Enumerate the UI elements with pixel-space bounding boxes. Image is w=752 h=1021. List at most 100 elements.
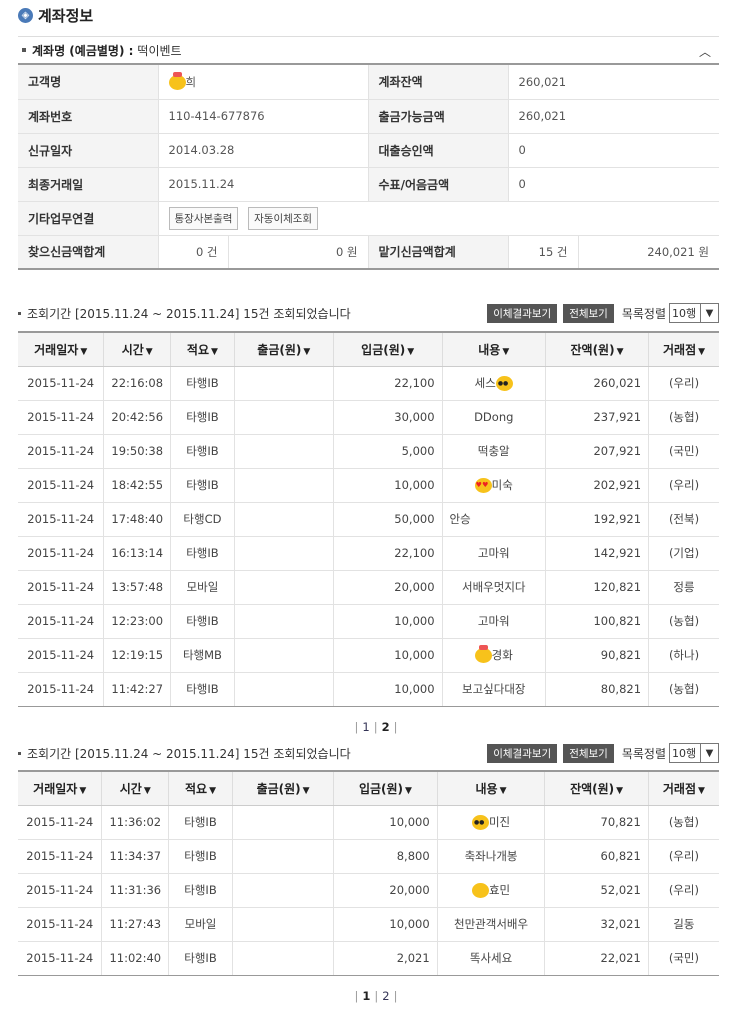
page-2-current: 2 (381, 720, 390, 734)
passbook-print-button[interactable]: 통장사본출력 (168, 206, 239, 230)
sort-down-icon: ▼ (145, 346, 153, 357)
sort-down-icon: ▼ (209, 785, 216, 796)
cell-branch: (기업) (648, 536, 719, 571)
table-row: 2015-11-24 11:31:36 타행IB 20,000 효민 52,021 (우리) (18, 873, 719, 908)
column-header[interactable]: 출금(원) ▼ (232, 770, 335, 806)
cell-date: 2015-11-24 (18, 366, 105, 401)
column-header[interactable]: 시간 ▼ (101, 770, 170, 806)
cell-bal: 90,821 (545, 638, 650, 673)
cell-time: 11:34:37 (101, 839, 170, 874)
cell-desc: 안승 (442, 502, 546, 537)
cell-bal: 70,821 (544, 805, 649, 840)
column-header[interactable]: 적요 ▼ (168, 770, 233, 806)
chevron-down-icon: ▼ (700, 744, 718, 762)
cell-date: 2015-11-24 (18, 638, 105, 673)
cell-out (232, 839, 335, 874)
emoticon-icon (474, 478, 492, 493)
page-2-link[interactable]: 2 (382, 989, 389, 1003)
cell-in: 2,021 (333, 941, 438, 976)
column-header[interactable]: 잔액(원) ▼ (544, 770, 649, 806)
sort-down-icon: ▼ (302, 785, 310, 796)
cell-out (232, 907, 335, 942)
cell-time: 13:57:48 (103, 570, 172, 605)
cell-bal: 80,821 (545, 672, 650, 707)
cell-desc: 떡충알 (442, 434, 546, 469)
transfer-result-button[interactable]: 이체결과보기 (487, 743, 558, 763)
cell-date: 2015-11-24 (18, 604, 105, 639)
column-header[interactable]: 내용 ▼ (437, 770, 546, 806)
table-row: 2015-11-24 13:57:48 모바일 20,000 서배우멋지다 120,821… (18, 570, 719, 605)
table-row: 2015-11-2422:16:08타행IB 22,100세스260,021(우리… (18, 366, 719, 401)
auto-transfer-button[interactable]: 자동이체조회 (248, 206, 319, 230)
period-text: 조회기간 [2015.11.24 ~ 2015.11.24] 15건 조회되었습… (27, 306, 351, 321)
list-tools: 이체결과보기 전체보기 목록정렬 10행 ▼ (481, 743, 719, 763)
transaction-table-1: 거래일자 ▼ 시간 ▼ 적요 ▼ 출금(원) ▼ 입금(원) ▼ 내용 ▼ 잔액(원) ▼ 거래점 ▼ 201… (18, 331, 719, 707)
cell-date: 2015-11-24 (18, 805, 103, 840)
cell-memo: 타행IB (168, 941, 233, 976)
cell-branch: (우리) (648, 839, 719, 874)
cell-desc: 서배우멋지다 (442, 570, 546, 605)
column-header[interactable]: 시간 ▼ (103, 331, 172, 367)
check-label: 수표/어음금액 (368, 167, 509, 202)
page-1-link[interactable]: 1 (362, 720, 369, 734)
sort-select[interactable]: 10행 ▼ (669, 303, 719, 323)
cell-in: 10,000 (333, 907, 438, 942)
cell-date: 2015-11-24 (18, 502, 105, 537)
pagination-1: | 1 | 2 | (354, 720, 398, 734)
column-header[interactable]: 입금(원) ▼ (333, 770, 438, 806)
cell-desc: 고마워 (442, 536, 546, 571)
withdrawable-value: 260,021 (508, 99, 719, 134)
cell-memo: 타행IB (170, 672, 235, 707)
cell-in: 20,000 (333, 873, 438, 908)
cell-time: 12:19:15 (103, 638, 172, 673)
column-header[interactable]: 거래점 ▼ (648, 770, 719, 806)
view-all-button[interactable]: 전체보기 (563, 743, 614, 763)
cell-memo: 타행IB (170, 434, 235, 469)
page-title-text: 계좌정보 (38, 6, 94, 25)
cell-out (234, 468, 334, 503)
cell-bal: 237,921 (545, 400, 650, 435)
view-all-button[interactable]: 전체보기 (563, 303, 614, 323)
transfer-result-button[interactable]: 이체결과보기 (487, 303, 558, 323)
table-row: 2015-11-24 11:27:43 모바일 10,000 천만관객서배우 32,021… (18, 907, 719, 942)
cell-memo: 타행IB (170, 468, 235, 503)
deposit-count: 15 건 (508, 235, 579, 270)
cell-bal: 202,921 (545, 468, 650, 503)
cell-time: 22:16:08 (103, 366, 172, 401)
emoticon-icon (168, 71, 186, 90)
column-header[interactable]: 거래점 ▼ (648, 331, 719, 367)
sort-select[interactable]: 10행 ▼ (669, 743, 719, 763)
column-header[interactable]: 출금(원) ▼ (234, 331, 334, 367)
cell-branch: (우리) (648, 468, 719, 503)
period-bar-1: 조회기간 [2015.11.24 ~ 2015.11.24] 15건 조회되었습… (18, 302, 719, 324)
loan-label: 대출승인액 (368, 133, 509, 168)
sort-down-icon: ▼ (80, 346, 88, 357)
cell-memo: 타행MB (170, 638, 235, 673)
column-header[interactable]: 입금(원) ▼ (333, 331, 443, 367)
cell-date: 2015-11-24 (18, 941, 103, 976)
table-row: 2015-11-24 19:50:38 타행IB 5,000 떡충알 207,921 (국민… (18, 434, 719, 469)
cell-desc: 경화 (442, 638, 546, 673)
cell-bal: 32,021 (544, 907, 649, 942)
table-row: 2015-11-24 17:48:40 타행CD 50,000 안승 192,921 (전북… (18, 502, 719, 537)
page-title: ◈ 계좌정보 (18, 4, 93, 26)
cell-desc: 효민 (437, 873, 546, 908)
sort-down-icon: ▼ (407, 346, 415, 357)
cell-memo: 타행IB (168, 839, 233, 874)
column-header[interactable]: 적요 ▼ (170, 331, 235, 367)
bullet-icon (22, 48, 26, 52)
collapse-icon[interactable]: ︿ (699, 43, 711, 60)
cell-desc: 미숙 (442, 468, 546, 503)
cell-in: 50,000 (333, 502, 443, 537)
sort-down-icon: ▼ (698, 346, 706, 357)
cell-out (234, 502, 334, 537)
column-header[interactable]: 내용 ▼ (442, 331, 546, 367)
column-header[interactable]: 잔액(원) ▼ (545, 331, 650, 367)
column-header[interactable]: 거래일자 ▼ (18, 331, 105, 367)
page-1-current: 1 (362, 989, 371, 1003)
cell-time: 20:42:56 (103, 400, 172, 435)
cell-bal: 120,821 (545, 570, 650, 605)
cell-desc: 세스 (442, 366, 546, 401)
column-header[interactable]: 거래일자 ▼ (18, 770, 103, 806)
cell-out (234, 434, 334, 469)
